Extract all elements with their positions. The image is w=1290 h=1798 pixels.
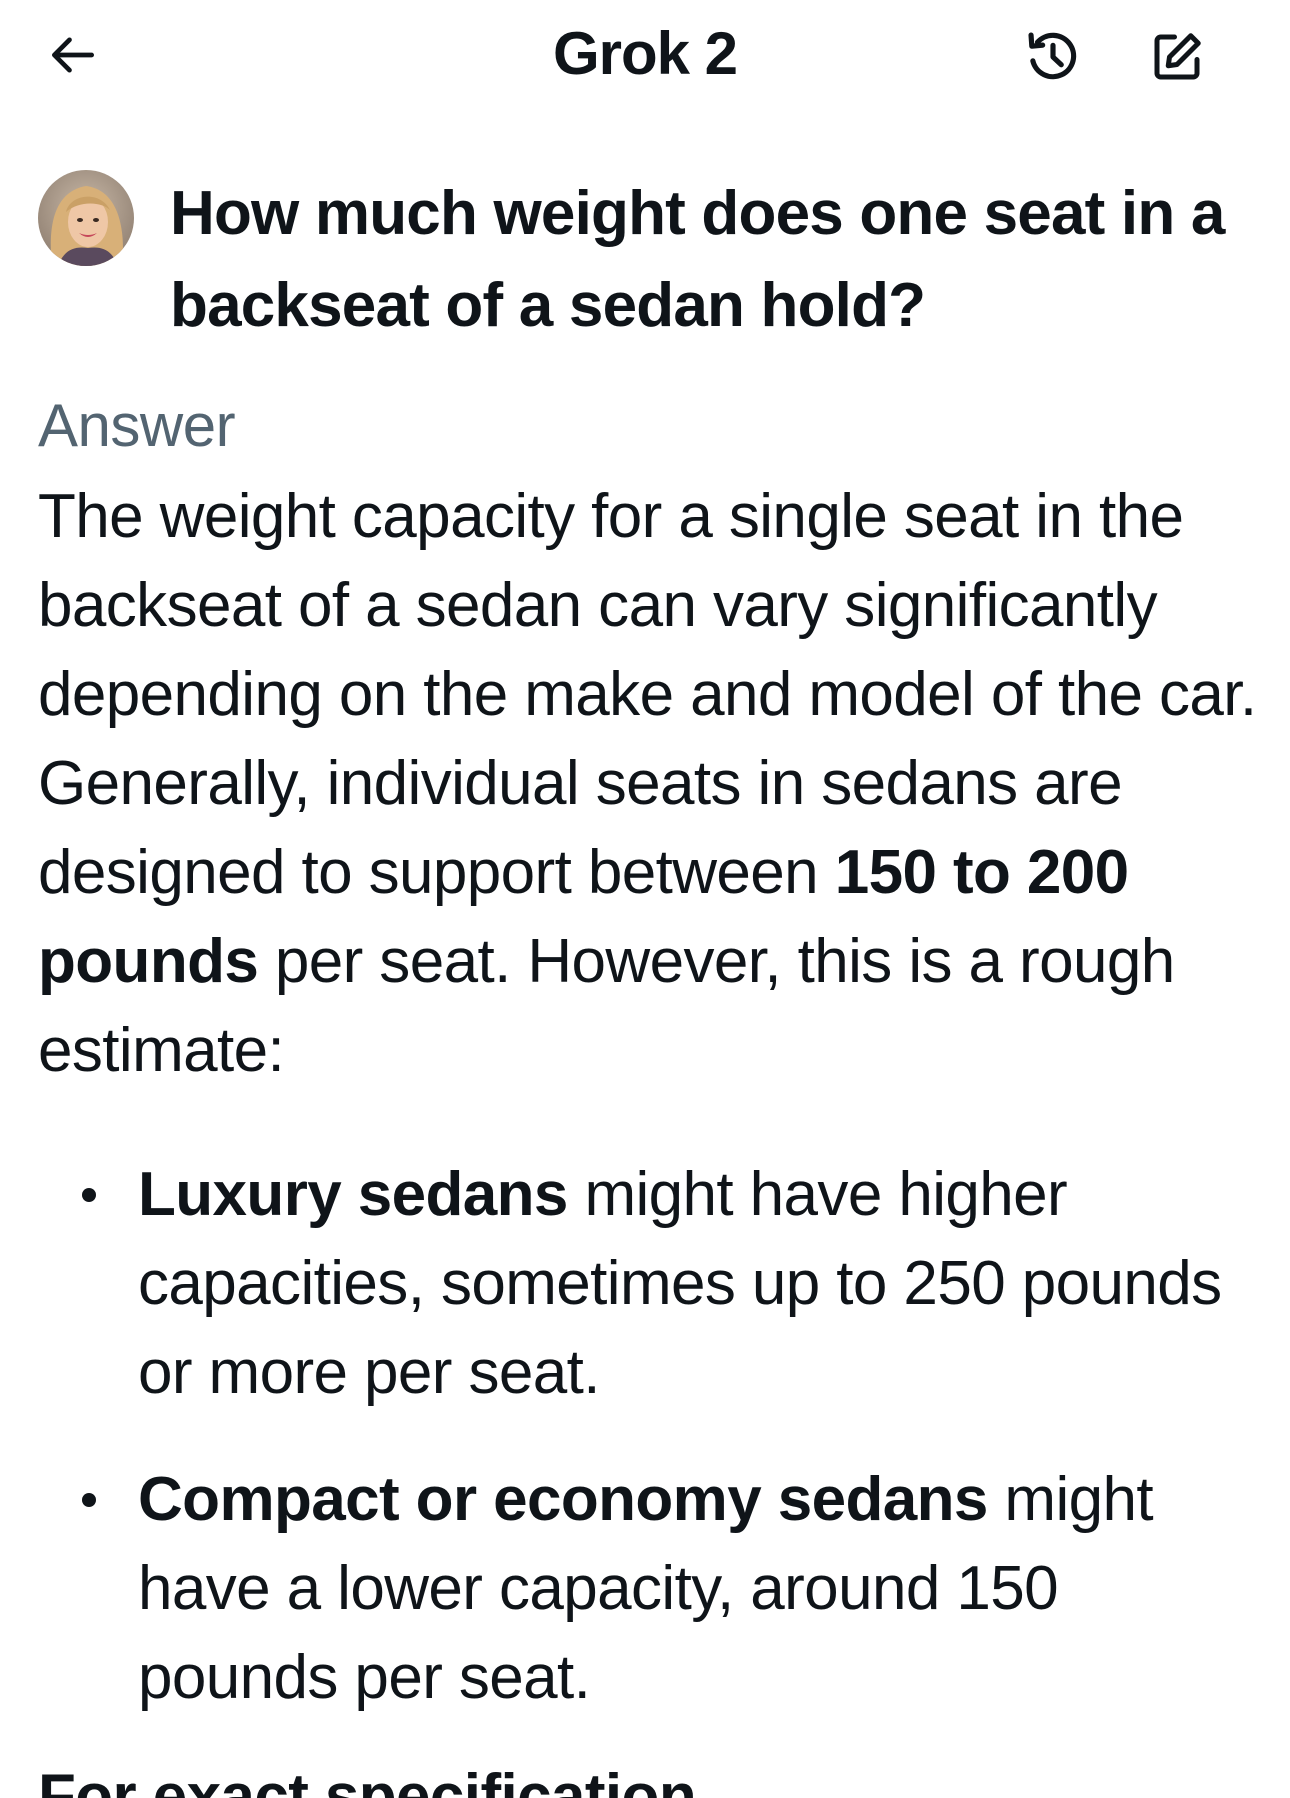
list-item: Compact or economy sedans might have a l… — [38, 1455, 1258, 1722]
user-question: How much weight does one seat in a backs… — [170, 179, 1225, 340]
list-item: Luxury sedans might have higher capaciti… — [38, 1150, 1258, 1417]
history-button[interactable] — [1016, 20, 1090, 94]
section-heading: For exact specification — [38, 1762, 697, 1798]
page-title: Grok 2 — [552, 20, 738, 87]
bullet-dot — [82, 1188, 96, 1202]
answer-bullet-list: Luxury sedans might have higher capaciti… — [38, 1150, 1258, 1722]
new-chat-button[interactable] — [1140, 20, 1214, 94]
answer-label: Answer — [38, 392, 236, 459]
list-item-emphasis: Luxury sedans — [138, 1160, 568, 1229]
list-item-emphasis: Compact or economy sedans — [138, 1465, 988, 1534]
bullet-dot — [82, 1493, 96, 1507]
user-avatar — [38, 170, 134, 266]
compose-icon — [1154, 33, 1201, 80]
top-bar: Grok 2 — [0, 0, 1290, 110]
history-icon — [1028, 32, 1077, 80]
answer-paragraph: The weight capacity for a single seat in… — [38, 472, 1258, 1095]
